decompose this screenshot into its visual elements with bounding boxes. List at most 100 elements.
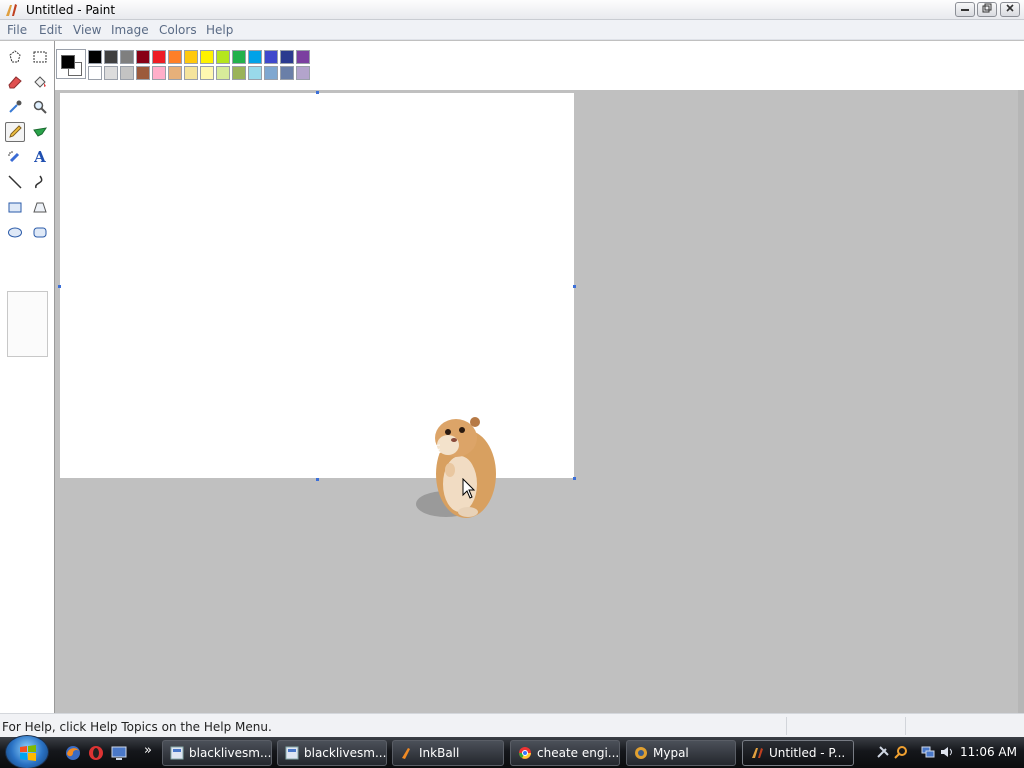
tool-options-panel[interactable] [7, 291, 48, 357]
tool-curve[interactable] [30, 172, 50, 192]
tool-rectangle[interactable] [5, 197, 25, 217]
tool-magnifier[interactable] [30, 97, 50, 117]
color-swatch[interactable] [264, 66, 278, 80]
clock[interactable]: 11:06 AM [960, 745, 1017, 759]
color-swatch[interactable] [280, 50, 294, 64]
rounded-rectangle-icon [33, 227, 47, 238]
resize-handle-top [316, 91, 319, 94]
magnifier-icon [33, 100, 47, 114]
color-swatch[interactable] [136, 50, 150, 64]
color-swatch[interactable] [248, 50, 262, 64]
color-swatch[interactable] [88, 66, 102, 80]
webpage-icon [170, 746, 184, 760]
resize-handle-corner[interactable] [573, 477, 576, 480]
vertical-scrollbar[interactable] [1018, 90, 1024, 713]
firefox-icon[interactable] [64, 744, 82, 762]
airbrush-icon [8, 151, 20, 163]
text-icon: A [34, 148, 46, 166]
close-button[interactable] [1000, 2, 1020, 17]
taskbar-item-label: cheate engi... [537, 746, 620, 760]
restore-button[interactable] [977, 2, 997, 17]
color-swatch[interactable] [200, 50, 214, 64]
color-swatch[interactable] [88, 50, 102, 64]
taskbar-item-label: Untitled - P... [769, 746, 846, 760]
menu-edit[interactable]: Edit [39, 23, 62, 37]
menu-help[interactable]: Help [206, 23, 233, 37]
status-separator [905, 717, 906, 735]
taskbar-overflow[interactable]: » [144, 743, 152, 758]
rectangle-select-icon [33, 51, 47, 63]
taskbar-item-active[interactable]: Untitled - P... [742, 740, 854, 766]
toolbox: A [0, 41, 55, 713]
taskbar-item-label: InkBall [419, 746, 460, 760]
color-swatch[interactable] [168, 50, 182, 64]
color-swatch[interactable] [152, 66, 166, 80]
foreground-color[interactable] [61, 55, 75, 69]
tools-icon[interactable] [876, 745, 890, 759]
color-swatch[interactable] [248, 66, 262, 80]
color-swatch[interactable] [152, 50, 166, 64]
menu-view[interactable]: View [73, 23, 101, 37]
color-swatch[interactable] [136, 66, 150, 80]
taskbar-item[interactable]: blacklivesm... [277, 740, 387, 766]
resize-handle-left [58, 285, 61, 288]
minimize-icon [961, 9, 969, 11]
color-swatch[interactable] [120, 50, 134, 64]
show-desktop-icon[interactable] [110, 744, 128, 762]
minimize-button[interactable] [955, 2, 975, 17]
color-swatch[interactable] [184, 50, 198, 64]
taskbar-item[interactable]: InkBall [392, 740, 504, 766]
taskbar-item[interactable]: cheate engi... [510, 740, 620, 766]
resize-handle-right[interactable] [573, 285, 576, 288]
paint-icon [6, 4, 17, 16]
color-swatch[interactable] [200, 66, 214, 80]
resize-handle-bottom[interactable] [316, 478, 319, 481]
tool-fill[interactable] [30, 72, 50, 92]
tool-text[interactable]: A [30, 147, 50, 167]
color-swatch[interactable] [296, 50, 310, 64]
color-swatch[interactable] [264, 50, 278, 64]
network-icon[interactable] [921, 745, 935, 759]
color-swatch[interactable] [216, 50, 230, 64]
color-swatch[interactable] [280, 66, 294, 80]
pencil-icon [9, 125, 22, 138]
windows-start-icon [20, 745, 36, 761]
color-swatch[interactable] [232, 50, 246, 64]
menu-file[interactable]: File [7, 23, 27, 37]
tool-free-form-select[interactable] [5, 47, 25, 67]
color-swatch[interactable] [184, 66, 198, 80]
brush-icon [33, 127, 48, 137]
color-swatch[interactable] [168, 66, 182, 80]
rectangle-icon [8, 202, 22, 213]
taskbar-item-label: blacklivesm... [189, 746, 272, 760]
opera-icon[interactable] [87, 744, 105, 762]
status-text: For Help, click Help Topics on the Help … [2, 720, 272, 734]
title-bar: Untitled - Paint [0, 0, 1024, 20]
start-button[interactable] [5, 735, 49, 768]
color-swatch[interactable] [296, 66, 310, 80]
tool-eraser[interactable] [5, 72, 25, 92]
tool-pick-color[interactable] [5, 97, 25, 117]
tool-pencil[interactable] [5, 122, 25, 142]
menu-colors[interactable]: Colors [159, 23, 197, 37]
tool-ellipse[interactable] [5, 222, 25, 242]
color-swatch[interactable] [104, 50, 118, 64]
tool-airbrush[interactable] [5, 147, 25, 167]
taskbar-item[interactable]: Mypal [626, 740, 736, 766]
taskbar-item[interactable]: blacklivesm... [162, 740, 272, 766]
tool-select[interactable] [30, 47, 50, 67]
search-icon[interactable] [894, 745, 908, 759]
tool-brush[interactable] [30, 122, 50, 142]
color-swatch[interactable] [232, 66, 246, 80]
tool-polygon[interactable] [30, 197, 50, 217]
mypal-icon [635, 747, 647, 759]
tool-line[interactable] [5, 172, 25, 192]
menu-image[interactable]: Image [111, 23, 149, 37]
line-icon [8, 175, 22, 189]
color-swatch[interactable] [216, 66, 230, 80]
color-swatch[interactable] [104, 66, 118, 80]
tool-rounded-rectangle[interactable] [30, 222, 50, 242]
current-colors[interactable] [56, 49, 86, 79]
volume-icon[interactable] [940, 745, 954, 759]
color-swatch[interactable] [120, 66, 134, 80]
